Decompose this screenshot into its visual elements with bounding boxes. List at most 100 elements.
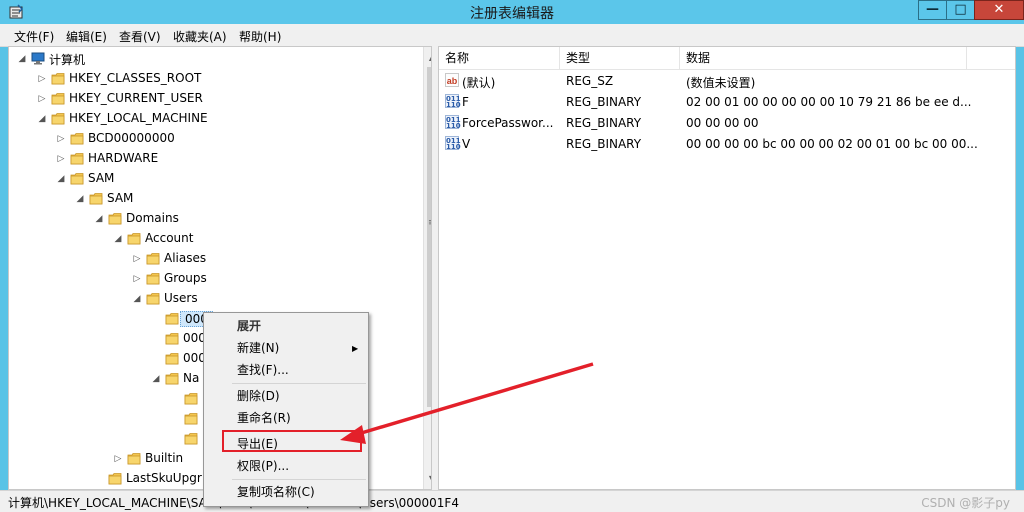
folder-icon bbox=[51, 92, 65, 105]
status-bar: 计算机\HKEY_LOCAL_MACHINE\SAM\SAM\Domains\A… bbox=[0, 490, 1024, 512]
tree-expanded-arrow-icon[interactable]: ◢ bbox=[56, 173, 66, 185]
tree-expanded-arrow-icon[interactable]: ◢ bbox=[94, 213, 104, 225]
folder-icon bbox=[184, 412, 198, 425]
list-row[interactable]: ab (默认) REG_SZ (数值未设置) bbox=[439, 71, 1015, 92]
folder-icon bbox=[89, 192, 103, 205]
cell-name: ForcePasswor... bbox=[462, 116, 554, 130]
binary-value-icon: 011 110 bbox=[445, 115, 461, 130]
tree-collapsed-arrow-icon[interactable]: ▷ bbox=[37, 93, 47, 105]
folder-icon bbox=[165, 312, 179, 325]
export-highlight-box bbox=[222, 430, 362, 452]
folder-icon bbox=[165, 372, 179, 385]
binary-value-icon: 011 110 bbox=[445, 136, 461, 151]
menu-view[interactable]: 查看(V) bbox=[119, 28, 161, 45]
tree-expanded-arrow-icon[interactable]: ◢ bbox=[132, 293, 142, 305]
context-menu-item[interactable]: 权限(P)... bbox=[204, 455, 368, 477]
column-type-header[interactable]: 类型 bbox=[560, 47, 680, 69]
cell-type: REG_SZ bbox=[566, 74, 614, 88]
column-data-header[interactable]: 数据 bbox=[680, 47, 967, 69]
list-row[interactable]: 011 110 ForcePasswor... REG_BINARY 00 00 00… bbox=[439, 113, 1015, 134]
title-bar: 注册表编辑器 — □ ✕ bbox=[0, 0, 1024, 24]
context-menu-item[interactable]: 查找(F)... bbox=[204, 359, 368, 381]
window-title: 注册表编辑器 bbox=[470, 6, 554, 22]
menu-separator bbox=[232, 479, 366, 480]
tree-collapsed-arrow-icon[interactable]: ▷ bbox=[56, 153, 66, 165]
tree-collapsed-arrow-icon[interactable]: ▷ bbox=[132, 253, 142, 265]
values-list[interactable]: 名称 类型 数据 ab (默认) REG_SZ (数值未设置) 011 110 F REG_… bbox=[438, 46, 1016, 490]
context-menu: 展开 新建(N) ▶ 查找(F)... 删除(D) 重命名(R) 导出(E) 权限(P)...… bbox=[203, 312, 369, 507]
tree-node-label: HARDWARE bbox=[88, 151, 159, 165]
tree-expanded-arrow-icon[interactable]: ◢ bbox=[17, 53, 27, 65]
menu-edit[interactable]: 编辑(E) bbox=[66, 28, 107, 45]
column-name-header[interactable]: 名称 bbox=[439, 47, 560, 69]
context-menu-item[interactable]: 复制项名称(C) bbox=[204, 481, 368, 503]
cell-name: F bbox=[462, 95, 469, 109]
folder-icon bbox=[146, 252, 160, 265]
binary-value-icon: 011 110 bbox=[445, 94, 461, 109]
maximize-button[interactable]: □ bbox=[946, 0, 974, 20]
cell-type: REG_BINARY bbox=[566, 116, 642, 130]
tree-node-label: SAM bbox=[107, 191, 134, 205]
tree-expanded-arrow-icon[interactable]: ◢ bbox=[37, 113, 47, 125]
minimize-button[interactable]: — bbox=[918, 0, 946, 20]
tree-node-label: HKEY_CLASSES_ROOT bbox=[69, 71, 202, 85]
string-value-icon: ab bbox=[445, 73, 459, 87]
folder-icon bbox=[127, 452, 141, 465]
tree-collapsed-arrow-icon[interactable]: ▷ bbox=[113, 453, 123, 465]
context-menu-item[interactable]: 新建(N) bbox=[204, 337, 368, 359]
cell-type: REG_BINARY bbox=[566, 137, 642, 151]
list-row[interactable]: 011 110 F REG_BINARY 02 00 01 00 00 00 00 0… bbox=[439, 92, 1015, 113]
watermark: CSDN @影子py bbox=[921, 496, 1010, 510]
tree-expanded-arrow-icon[interactable]: ◢ bbox=[151, 373, 161, 385]
tree-node-label: Groups bbox=[164, 271, 207, 285]
cell-data: 00 00 00 00 bbox=[686, 116, 759, 130]
list-header: 名称 类型 数据 bbox=[439, 47, 1015, 70]
tree-node-label: 计算机 bbox=[49, 53, 86, 67]
tree-collapsed-arrow-icon[interactable]: ▷ bbox=[132, 273, 142, 285]
context-menu-item[interactable]: 重命名(R) bbox=[204, 407, 368, 429]
tree-expanded-arrow-icon[interactable]: ◢ bbox=[75, 193, 85, 205]
tree-expanded-arrow-icon[interactable]: ◢ bbox=[113, 233, 123, 245]
tree-node-label: Aliases bbox=[164, 251, 207, 265]
folder-icon bbox=[146, 292, 160, 305]
tree-node-label: LastSkuUpgr bbox=[126, 471, 202, 485]
folder-icon bbox=[108, 472, 122, 485]
folder-icon bbox=[127, 232, 141, 245]
tree-node-label: HKEY_LOCAL_MACHINE bbox=[69, 111, 208, 125]
tree-node-label: BCD00000000 bbox=[88, 131, 175, 145]
folder-icon bbox=[146, 272, 160, 285]
folder-icon bbox=[165, 332, 179, 345]
folder-icon bbox=[184, 432, 198, 445]
context-menu-item[interactable]: 展开 bbox=[204, 315, 368, 337]
close-button[interactable]: ✕ bbox=[974, 0, 1024, 20]
folder-icon bbox=[51, 112, 65, 125]
tree-node-label: HKEY_CURRENT_USER bbox=[69, 91, 203, 105]
folder-icon bbox=[70, 152, 84, 165]
menu-help[interactable]: 帮助(H) bbox=[239, 28, 281, 45]
folder-icon bbox=[165, 352, 179, 365]
folder-icon bbox=[70, 132, 84, 145]
tree-vertical-scrollbar[interactable]: ▲ ≡ ▼ bbox=[423, 47, 431, 489]
menu-favorites[interactable]: 收藏夹(A) bbox=[173, 28, 227, 45]
tree-node-label: Users bbox=[164, 291, 198, 305]
context-menu-item[interactable]: 删除(D) bbox=[204, 385, 368, 407]
tree-node-label: Builtin bbox=[145, 451, 184, 465]
cell-name: V bbox=[462, 137, 471, 151]
submenu-arrow-icon: ▶ bbox=[352, 344, 359, 353]
cell-name: (默认) bbox=[462, 76, 496, 90]
cell-data: 02 00 01 00 00 00 00 00 10 79 21 86 be e… bbox=[686, 95, 972, 109]
tree-node-label: SAM bbox=[88, 171, 115, 185]
tree-node-label: Na bbox=[183, 371, 200, 385]
folder-icon bbox=[70, 172, 84, 185]
tree-node-label: Account bbox=[145, 231, 194, 245]
menu-file[interactable]: 文件(F) bbox=[14, 28, 54, 45]
tree-node-label: Domains bbox=[126, 211, 179, 225]
tree-collapsed-arrow-icon[interactable]: ▷ bbox=[56, 133, 66, 145]
cell-data: 00 00 00 00 bc 00 00 00 02 00 01 00 bc 0… bbox=[686, 137, 978, 151]
tree-collapsed-arrow-icon[interactable]: ▷ bbox=[37, 73, 47, 85]
menu-bar: 文件(F) 编辑(E) 查看(V) 收藏夹(A) 帮助(H) bbox=[0, 24, 1024, 47]
folder-icon bbox=[51, 72, 65, 85]
folder-icon bbox=[184, 392, 198, 405]
menu-separator bbox=[232, 383, 366, 384]
list-row[interactable]: 011 110 V REG_BINARY 00 00 00 00 bc 00 00 0… bbox=[439, 134, 1015, 155]
